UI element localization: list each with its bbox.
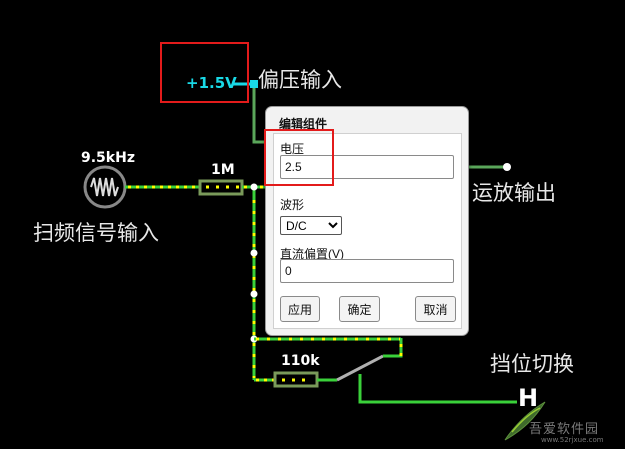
frequency-label: 9.5kHz: [81, 150, 135, 166]
waveform-label: 波形: [280, 198, 305, 212]
switch-state-label[interactable]: H: [518, 384, 538, 412]
resistor-110k-label: 110k: [281, 353, 320, 369]
watermark-text: 吾爱软件园: [529, 422, 600, 437]
watermark-url: www.52rjxue.com: [541, 436, 604, 444]
switch-control-wire[interactable]: [358, 374, 517, 404]
bias-input-label: 偏压输入: [258, 68, 342, 92]
resistor-1m-label: 1M: [211, 162, 235, 178]
resistor-110k[interactable]: [273, 371, 319, 388]
dc-offset-input[interactable]: [280, 259, 454, 283]
opamp-output-label: 运放输出: [472, 181, 556, 205]
bias-terminal[interactable]: [250, 80, 258, 88]
waveform-select[interactable]: D/C: [280, 216, 342, 235]
output-terminal[interactable]: [503, 163, 511, 171]
ok-button[interactable]: 确定: [339, 296, 380, 322]
switch-label: 挡位切换: [490, 352, 574, 376]
bias-highlight-box: [160, 42, 249, 103]
voltage-highlight-box: [264, 129, 334, 186]
node-dot[interactable]: [250, 183, 258, 191]
node-dot[interactable]: [250, 249, 258, 257]
switch-wire-right[interactable]: [383, 338, 403, 358]
node-dot[interactable]: [250, 290, 258, 298]
sweep-input-label: 扫频信号输入: [33, 221, 159, 245]
apply-button[interactable]: 应用: [280, 296, 320, 322]
cancel-button[interactable]: 取消: [415, 296, 456, 322]
